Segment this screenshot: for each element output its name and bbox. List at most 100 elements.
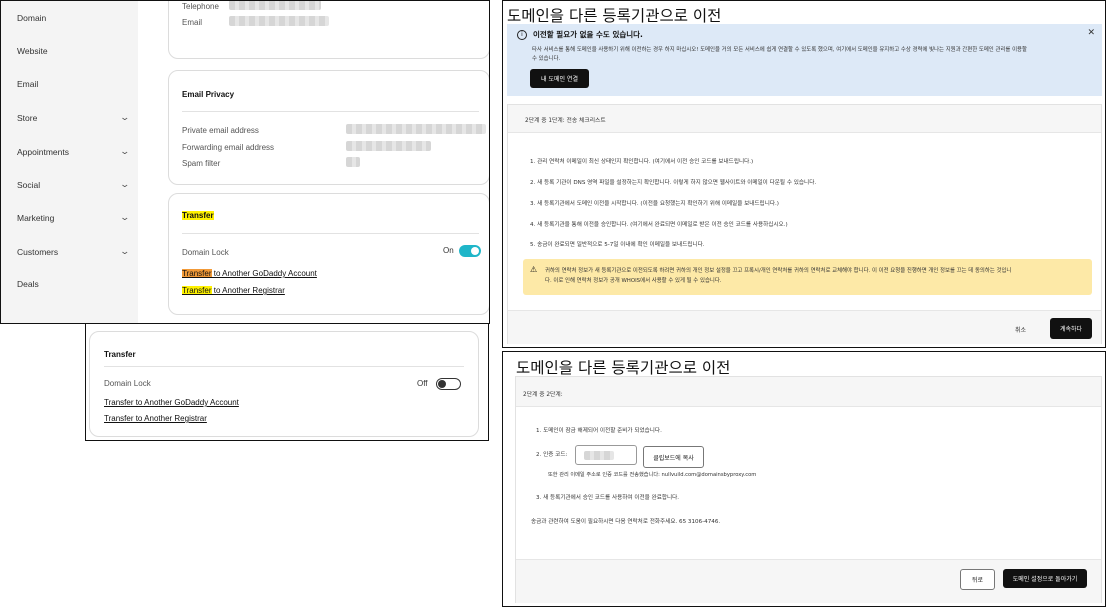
back-button[interactable]: 뒤로 xyxy=(960,569,995,590)
sidebar-item-label: Customers xyxy=(17,246,59,257)
chevron-down-icon: ⌄ xyxy=(119,179,131,189)
domain-lock-toggle[interactable] xyxy=(436,378,461,390)
step2-card: 2단계 중 2단계: 1. 도메인이 잠금 해제되어 이전할 준비가 되었습니다… xyxy=(515,376,1102,603)
footer-bar xyxy=(508,310,1101,344)
checklist-step: 3. 새 등록기관에서 도메인 이전을 시작합니다. (이전을 요청했는지 확인… xyxy=(530,201,779,207)
divider xyxy=(182,233,479,234)
sidebar-item-marketing[interactable]: Marketing ⌄ xyxy=(17,212,131,223)
divider xyxy=(104,366,464,367)
sidebar-item-label: Website xyxy=(17,46,48,56)
step-header: 2단계 중 2단계: xyxy=(523,392,563,398)
return-to-domain-settings-button[interactable]: 도메인 설정으로 돌아가기 xyxy=(1003,569,1087,588)
spam-filter-label: Spam filter xyxy=(182,159,221,168)
cancel-button[interactable]: 취소 xyxy=(1015,325,1026,334)
contact-card: Telephone Email xyxy=(168,1,489,59)
auth-email-note: 또한 관리 이메일 주소로 인증 코드를 전송했습니다: nullvuild.c… xyxy=(548,472,757,478)
warning-icon: ⚠ xyxy=(530,265,538,274)
close-icon[interactable]: ✕ xyxy=(1087,28,1095,38)
sidebar-item-label: Domain xyxy=(17,13,47,23)
redacted-email xyxy=(229,16,329,26)
private-email-label: Private email address xyxy=(182,126,259,135)
step-header-bar: 2단계 중 1단계: 전송 체크리스트 xyxy=(508,105,1101,133)
redacted-spam-filter xyxy=(346,157,360,167)
info-body-line2: 수 있습니다. xyxy=(532,56,561,62)
link-text: to Another GoDaddy Account xyxy=(211,269,317,278)
sidebar-item-label: Appointments xyxy=(17,146,69,157)
info-icon: i xyxy=(517,29,527,40)
auth-code-field[interactable] xyxy=(575,445,637,465)
sidebar: Domain Website Email Store ⌄ Appointments… xyxy=(1,1,138,323)
info-heading-row: i 이전할 필요가 없을 수도 있습니다. xyxy=(517,29,643,40)
sidebar-item-label: Deals xyxy=(17,279,39,289)
contact-note: 송금과 관련하여 도움이 필요하시면 다음 연락처로 전화주세요. 65 310… xyxy=(531,519,721,525)
info-box: i 이전할 필요가 없을 수도 있습니다. ✕ 타사 서비스를 통해 도메인을 … xyxy=(507,24,1102,96)
sidebar-item-deals[interactable]: Deals xyxy=(17,279,129,289)
transfer-godaddy-account-link[interactable]: Transfer to Another GoDaddy Account xyxy=(182,269,317,278)
email-privacy-card: Email Privacy Private email address Forw… xyxy=(168,70,489,185)
chevron-down-icon: ⌄ xyxy=(119,246,131,256)
domain-lock-label: Domain Lock xyxy=(182,248,229,257)
page-title: 도메인을 다른 등록기관으로 이전 xyxy=(516,359,731,377)
telephone-label: Telephone xyxy=(182,2,219,11)
highlight-transfer: Transfer xyxy=(182,286,212,295)
domain-lock-label: Domain Lock xyxy=(104,379,151,388)
connect-domain-button[interactable]: 내 도메인 연결 xyxy=(530,69,589,88)
transfer-step1-panel: 도메인을 다른 등록기관으로 이전 i 이전할 필요가 없을 수도 있습니다. … xyxy=(502,0,1106,348)
checklist-step: 2. 새 등록 기관이 DNS 영역 파일을 설정하는지 확인합니다. 이렇게 … xyxy=(530,180,817,186)
step2-line1: 1. 도메인이 잠금 해제되어 이전할 준비가 되었습니다. xyxy=(536,428,662,434)
email-label: Email xyxy=(182,18,203,27)
sidebar-item-social[interactable]: Social ⌄ xyxy=(17,179,131,190)
chevron-down-icon: ⌄ xyxy=(119,112,131,122)
sidebar-item-label: Social xyxy=(17,179,41,190)
warning-line2: 다. 이로 인해 연락처 정보가 공개 WHOIS에서 사용할 수 있게 될 수… xyxy=(545,278,722,284)
transfer-title: Transfer xyxy=(182,211,214,220)
transfer-registrar-link[interactable]: Transfer to Another Registrar xyxy=(104,414,207,423)
sidebar-item-customers[interactable]: Customers ⌄ xyxy=(17,246,131,257)
sidebar-item-label: Store xyxy=(17,112,38,123)
page-title: 도메인을 다른 등록기관으로 이전 xyxy=(507,7,722,25)
link-text: to Another Registrar xyxy=(211,286,285,295)
info-heading: 이전할 필요가 없을 수도 있습니다. xyxy=(533,30,643,39)
transfer-title: Transfer xyxy=(104,350,136,359)
transfer-unlocked-panel: Transfer Domain Lock Off Transfer to Ano… xyxy=(85,323,489,441)
checklist-step: 5. 송금이 완료되면 일반적으로 5-7일 이내에 확인 이메일을 보내드립니… xyxy=(530,242,705,248)
sidebar-item-store[interactable]: Store ⌄ xyxy=(17,112,131,123)
info-body-line1: 타사 서비스를 통해 도메인을 사용하기 위해 이전하는 경우 하지 마십시오!… xyxy=(532,47,1027,53)
domain-lock-toggle[interactable] xyxy=(459,245,481,257)
warning-line1: 귀하의 연락처 정보가 새 등록기관으로 이전되도록 하려면 귀하의 개인 정보… xyxy=(545,268,1012,274)
auth-code-label: 2. 인증 코드: xyxy=(536,452,568,458)
checklist-step: 1. 관리 연락처 이메일이 최신 상태인지 확인합니다. (여기에서 이전 승… xyxy=(530,159,754,165)
warning-box: ⚠ 귀하의 연락처 정보가 새 등록기관으로 이전되도록 하려면 귀하의 개인 … xyxy=(523,259,1092,295)
chevron-down-icon: ⌄ xyxy=(119,212,131,222)
lock-state-label: Off xyxy=(417,379,428,388)
step-header-bar: 2단계 중 2단계: xyxy=(516,377,1101,407)
redacted-private-email xyxy=(346,124,486,134)
redacted-forwarding-email xyxy=(346,141,431,151)
forwarding-email-label: Forwarding email address xyxy=(182,143,275,152)
sidebar-item-label: Marketing xyxy=(17,212,55,223)
checklist-step: 4. 새 등록기관을 통해 이전을 승인합니다. (여기에서 완료되면 이메일로… xyxy=(530,222,788,228)
divider xyxy=(182,111,479,112)
sidebar-item-website[interactable]: Website xyxy=(17,46,129,56)
transfer-card: Transfer Domain Lock On Transfer to Anot… xyxy=(168,193,489,315)
sidebar-item-label: Email xyxy=(17,79,39,89)
transfer-card: Transfer Domain Lock Off Transfer to Ano… xyxy=(89,331,479,437)
continue-button[interactable]: 계속하다 xyxy=(1050,318,1092,339)
chevron-down-icon: ⌄ xyxy=(119,146,131,156)
step2-line3: 3. 새 등록기관에서 승인 코드를 사용하여 이전을 완료합니다. xyxy=(536,495,680,501)
copy-clipboard-button[interactable]: 클립보드에 복사 xyxy=(643,446,704,468)
highlight-transfer: Transfer xyxy=(182,269,212,278)
email-privacy-title: Email Privacy xyxy=(182,90,235,99)
transfer-step2-panel: 도메인을 다른 등록기관으로 이전 2단계 중 2단계: 1. 도메인이 잠금 … xyxy=(502,351,1106,607)
sidebar-item-email[interactable]: Email xyxy=(17,79,129,89)
sidebar-item-appointments[interactable]: Appointments ⌄ xyxy=(17,146,131,157)
checklist-card: 2단계 중 1단계: 전송 체크리스트 1. 관리 연락처 이메일이 최신 상태… xyxy=(507,104,1102,344)
transfer-registrar-link[interactable]: Transfer to Another Registrar xyxy=(182,286,285,295)
redacted-auth-code xyxy=(584,451,614,460)
godaddy-settings-panel: Domain Website Email Store ⌄ Appointments… xyxy=(0,0,490,324)
redacted-telephone xyxy=(229,1,321,10)
sidebar-item-domain[interactable]: Domain xyxy=(17,13,129,23)
step-header: 2단계 중 1단계: 전송 체크리스트 xyxy=(525,118,606,124)
transfer-godaddy-account-link[interactable]: Transfer to Another GoDaddy Account xyxy=(104,398,239,407)
lock-state-label: On xyxy=(443,246,454,255)
